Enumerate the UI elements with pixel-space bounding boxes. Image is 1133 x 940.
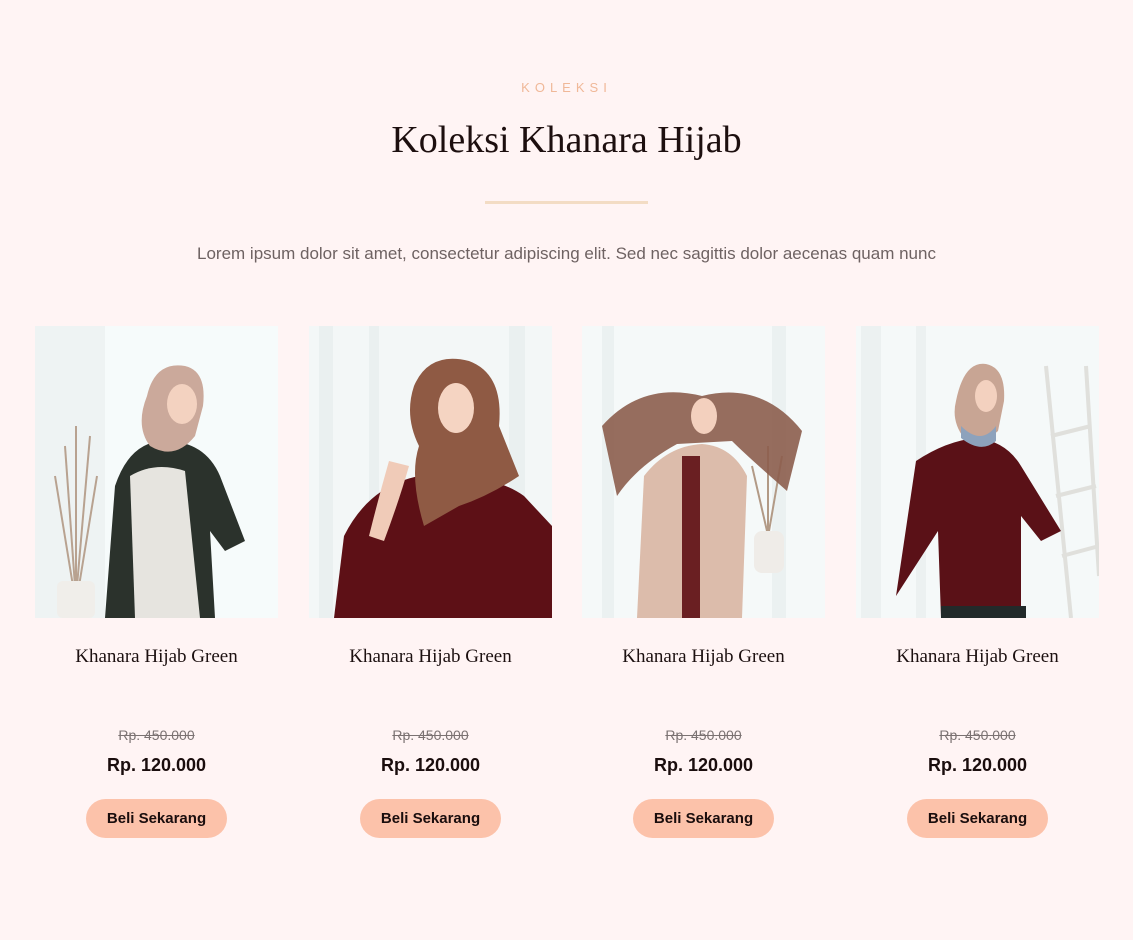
product-price: Rp. 120.000	[380, 755, 481, 775]
section-title: Koleksi Khanara Hijab	[391, 119, 742, 161]
section-eyebrow: KOLEKSI	[521, 80, 612, 95]
product-name[interactable]: Khanara Hijab Green	[582, 646, 825, 668]
buy-now-button[interactable]: Beli Sekarang	[907, 799, 1048, 838]
product-card: Khanara Hijab Green Rp. 450.000 Rp. 120.…	[856, 326, 1099, 846]
product-card: Khanara Hijab Green Rp. 450.000 Rp. 120.…	[309, 326, 552, 846]
product-old-price: Rp. 450.000	[939, 727, 1016, 743]
product-price: Rp. 120.000	[927, 755, 1028, 775]
section-subtitle: Lorem ipsum dolor sit amet, consectetur …	[197, 244, 936, 263]
product-price: Rp. 120.000	[106, 755, 207, 775]
product-image[interactable]	[856, 326, 1099, 618]
buy-now-button[interactable]: Beli Sekarang	[86, 799, 227, 838]
product-old-price: Rp. 450.000	[392, 727, 469, 743]
buy-now-button[interactable]: Beli Sekarang	[360, 799, 501, 838]
product-name[interactable]: Khanara Hijab Green	[856, 646, 1099, 668]
product-image[interactable]	[35, 326, 278, 618]
buy-now-button[interactable]: Beli Sekarang	[633, 799, 774, 838]
product-name[interactable]: Khanara Hijab Green	[35, 646, 278, 668]
product-card: Khanara Hijab Green Rp. 450.000 Rp. 120.…	[582, 326, 825, 846]
product-card: Khanara Hijab Green Rp. 450.000 Rp. 120.…	[35, 326, 278, 846]
product-name[interactable]: Khanara Hijab Green	[309, 646, 552, 668]
product-image[interactable]	[309, 326, 552, 618]
product-image[interactable]	[582, 326, 825, 618]
title-divider	[485, 201, 648, 204]
product-old-price: Rp. 450.000	[118, 727, 195, 743]
product-grid: Khanara Hijab Green Rp. 450.000 Rp. 120.…	[35, 326, 1099, 846]
product-price: Rp. 120.000	[653, 755, 754, 775]
product-old-price: Rp. 450.000	[665, 727, 742, 743]
